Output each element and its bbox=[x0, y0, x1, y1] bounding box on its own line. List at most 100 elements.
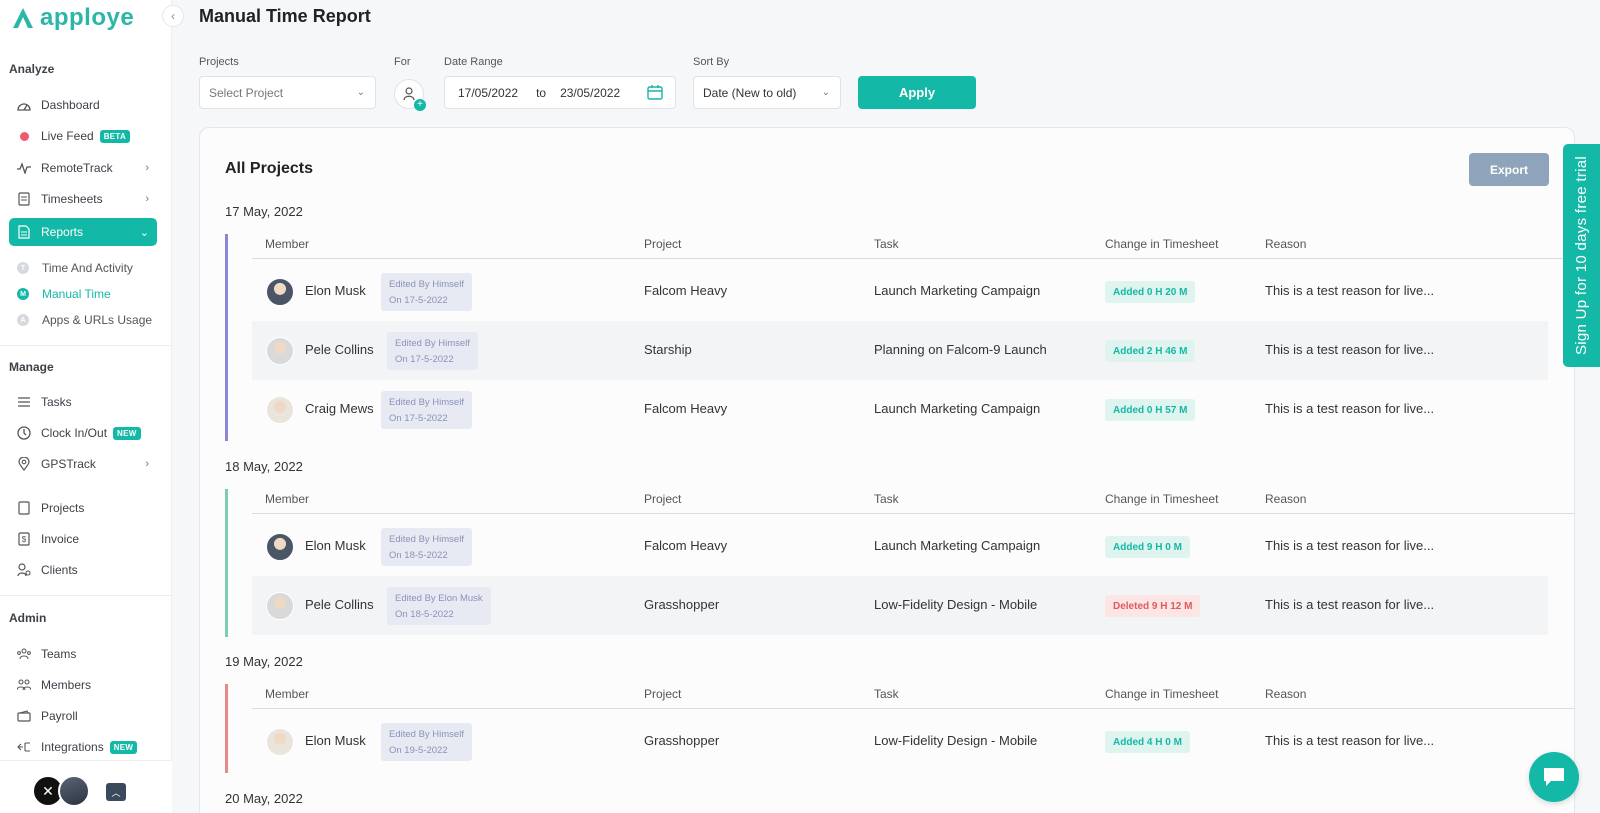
member-avatar bbox=[266, 337, 294, 365]
sort-by-value: Date (New to old) bbox=[703, 85, 797, 100]
signup-trial-label: Sign Up for 10 days free trial bbox=[1573, 155, 1590, 356]
chat-button[interactable] bbox=[1529, 752, 1579, 802]
new-badge: NEW bbox=[113, 426, 141, 440]
column-header-reason: Reason bbox=[1265, 237, 1307, 251]
sidebar-item-reports[interactable]: Reports ⌄ bbox=[9, 218, 157, 246]
members-icon bbox=[15, 677, 33, 693]
column-header-change: Change in Timesheet bbox=[1105, 237, 1219, 251]
table-row[interactable]: Elon Musk Edited By Himself On 19-5-2022 Gr… bbox=[252, 712, 1548, 771]
sidebar-item-clock-in-out[interactable]: Clock In/Out NEW bbox=[9, 419, 157, 447]
sidebar-item-clients[interactable]: Clients bbox=[9, 556, 157, 584]
date-heading: 20 May, 2022 bbox=[225, 791, 303, 806]
edited-by-tag: Edited By Himself On 19-5-2022 bbox=[381, 723, 472, 761]
project-cell: Grasshopper bbox=[644, 597, 720, 612]
member-avatar bbox=[266, 592, 294, 620]
edited-by-text: Edited By Himself bbox=[389, 729, 464, 740]
sidebar-item-remotetrack[interactable]: RemoteTrack › bbox=[9, 154, 157, 182]
chevron-right-icon: › bbox=[145, 162, 149, 174]
table-row[interactable]: Pele Collins Edited By Himself On 17-5-202… bbox=[252, 321, 1548, 380]
sidebar-subitem-manual-time[interactable]: M Manual Time bbox=[17, 284, 111, 304]
chevron-up-icon[interactable]: ︿ bbox=[106, 783, 126, 801]
edited-by-text: Edited By Himself bbox=[395, 338, 470, 349]
collapse-sidebar-button[interactable]: ‹ bbox=[162, 5, 184, 27]
project-select[interactable]: Select Project ⌄ bbox=[199, 76, 376, 109]
sidebar-item-members[interactable]: Members bbox=[9, 671, 157, 699]
sidebar-subitem-time-and-activity[interactable]: T Time And Activity bbox=[17, 258, 133, 278]
reason-cell: This is a test reason for live... bbox=[1265, 342, 1435, 357]
export-button[interactable]: Export bbox=[1469, 153, 1549, 186]
chevron-down-icon: ⌄ bbox=[139, 226, 149, 239]
member-name: Elon Musk bbox=[305, 733, 366, 748]
table-row[interactable]: Craig Mews Edited By Himself On 17-5-2022 F… bbox=[252, 380, 1548, 439]
sidebar-item-dashboard[interactable]: Dashboard bbox=[9, 91, 157, 119]
sidebar-item-invoice[interactable]: $ Invoice bbox=[9, 525, 157, 553]
sidebar-item-timesheets[interactable]: Timesheets › bbox=[9, 185, 157, 213]
signup-trial-tab[interactable]: Sign Up for 10 days free trial bbox=[1563, 144, 1600, 367]
sidebar-item-live-feed[interactable]: Live Feed BETA bbox=[9, 122, 157, 150]
column-header-task: Task bbox=[874, 237, 899, 251]
reason-cell: This is a test reason for live... bbox=[1265, 597, 1435, 612]
sidebar-item-label: GPSTrack bbox=[41, 457, 96, 471]
beta-badge: BETA bbox=[99, 129, 131, 143]
group-accent-bar bbox=[225, 234, 228, 441]
app-name: apploye bbox=[40, 4, 135, 31]
user-avatar[interactable] bbox=[58, 775, 90, 807]
plus-icon: + bbox=[414, 99, 426, 111]
task-cell: Low-Fidelity Design - Mobile bbox=[874, 733, 1038, 748]
sidebar-item-gpstrack[interactable]: GPSTrack › bbox=[9, 450, 157, 478]
edited-on-text: On 17-5-2022 bbox=[389, 295, 448, 306]
sidebar-footer: ✕ ︿ bbox=[0, 760, 172, 813]
change-badge: Added 0 H 20 M bbox=[1105, 281, 1196, 303]
table-row[interactable]: Pele Collins Edited By Elon Musk On 18-5-2… bbox=[252, 576, 1548, 635]
column-header-reason: Reason bbox=[1265, 687, 1307, 701]
sidebar-divider bbox=[0, 595, 172, 596]
table-row[interactable]: Elon Musk Edited By Himself On 17-5-2022 Fa… bbox=[252, 262, 1548, 321]
clock-icon bbox=[15, 425, 33, 441]
report-panel bbox=[199, 127, 1575, 813]
sub-letter-icon: A bbox=[17, 314, 29, 326]
task-cell: Planning on Falcom-9 Launch bbox=[874, 342, 1047, 357]
member-avatar bbox=[266, 728, 294, 756]
sidebar-item-label: Payroll bbox=[41, 709, 78, 723]
sidebar-item-payroll[interactable]: Payroll bbox=[9, 702, 157, 730]
reason-cell: This is a test reason for live... bbox=[1265, 283, 1435, 298]
payroll-icon bbox=[15, 708, 33, 724]
tasks-icon bbox=[15, 394, 33, 410]
sort-by-select[interactable]: Date (New to old) ⌄ bbox=[693, 76, 841, 109]
table-row[interactable]: Elon Musk Edited By Himself On 18-5-2022 Fa… bbox=[252, 517, 1548, 576]
edited-by-tag: Edited By Himself On 17-5-2022 bbox=[387, 332, 478, 370]
sub-letter-icon: T bbox=[17, 262, 29, 274]
sidebar-subitem-apps-urls-usage[interactable]: A Apps & URLs Usage bbox=[17, 310, 152, 330]
analyze-section-title: Analyze bbox=[9, 62, 55, 76]
calendar-icon[interactable] bbox=[647, 84, 663, 103]
sidebar-item-integrations[interactable]: Integrations NEW bbox=[9, 733, 157, 761]
timesheet-icon bbox=[15, 191, 33, 207]
sidebar-item-teams[interactable]: Teams bbox=[9, 640, 157, 668]
change-badge: Added 9 H 0 M bbox=[1105, 536, 1190, 558]
for-label: For bbox=[394, 56, 411, 68]
sidebar-item-label: RemoteTrack bbox=[41, 161, 113, 175]
task-cell: Launch Marketing Campaign bbox=[874, 538, 1041, 553]
group-accent-bar bbox=[225, 684, 228, 773]
reason-cell: This is a test reason for live... bbox=[1265, 401, 1435, 416]
teams-icon bbox=[15, 646, 33, 662]
project-select-placeholder: Select Project bbox=[209, 85, 284, 100]
apply-button[interactable]: Apply bbox=[858, 76, 976, 109]
report-icon bbox=[15, 224, 33, 240]
edited-on-text: On 17-5-2022 bbox=[395, 354, 454, 365]
table-header-divider bbox=[252, 258, 1575, 259]
clients-icon bbox=[15, 562, 33, 578]
select-member-button[interactable]: + bbox=[394, 79, 426, 111]
date-range-picker[interactable]: 17/05/2022 to 23/05/2022 bbox=[444, 76, 676, 109]
dashboard-icon bbox=[15, 97, 33, 113]
sidebar-item-projects[interactable]: Projects bbox=[9, 494, 157, 522]
member-avatar bbox=[266, 533, 294, 561]
chevron-right-icon: › bbox=[145, 458, 149, 470]
apploye-logo[interactable]: apploye bbox=[10, 4, 134, 32]
sidebar-item-label: Manual Time bbox=[42, 287, 111, 301]
group-accent-bar bbox=[225, 489, 228, 637]
sidebar-item-tasks[interactable]: Tasks bbox=[9, 388, 157, 416]
column-header-member: Member bbox=[265, 687, 310, 701]
location-icon bbox=[15, 456, 33, 472]
column-header-project: Project bbox=[644, 492, 682, 506]
